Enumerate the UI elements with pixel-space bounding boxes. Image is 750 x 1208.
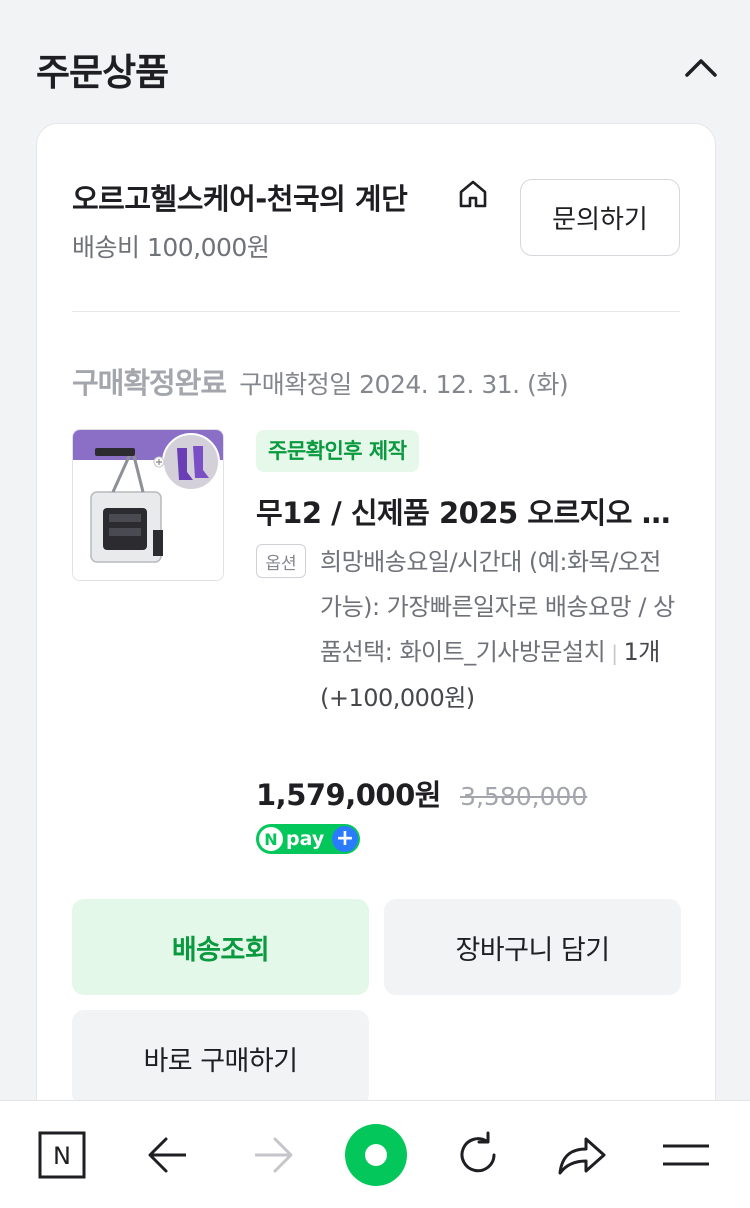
back-button[interactable] — [134, 1121, 202, 1189]
refresh-icon — [460, 1131, 496, 1173]
store-name[interactable]: 오르고헬스케어-천국의 계단 — [72, 176, 432, 218]
browser-bottom-bar: N — [0, 1100, 750, 1208]
refresh-button[interactable] — [444, 1121, 512, 1189]
share-button[interactable] — [548, 1121, 616, 1189]
naver-home-icon: N — [38, 1131, 86, 1179]
option-tag: 옵션 — [256, 544, 306, 578]
shipping-fee: 배송비 100,000원 — [72, 233, 270, 262]
product-thumbnail[interactable] — [72, 429, 224, 581]
add-to-cart-button[interactable]: 장바구니 담기 — [384, 899, 681, 995]
price-row: 1,579,000원 3,580,000 — [256, 772, 587, 814]
share-icon — [558, 1137, 606, 1175]
confirm-date: 구매확정일 2024. 12. 31. (화) — [239, 370, 569, 399]
product-image — [73, 430, 223, 580]
option-separator: | — [611, 641, 618, 665]
divider — [72, 311, 680, 312]
sale-price: 1,579,000원 — [256, 778, 441, 812]
green-dot-icon — [345, 1124, 407, 1186]
store-home-button[interactable] — [455, 176, 491, 212]
original-price: 3,580,000 — [460, 782, 588, 811]
menu-button[interactable] — [652, 1121, 720, 1189]
product-name[interactable]: 무12 / 신제품 2025 오르지오 천국의 계단 — [256, 490, 676, 532]
forward-button[interactable] — [239, 1121, 307, 1189]
npay-badge: N pay + — [256, 824, 360, 854]
home-icon — [459, 180, 487, 208]
section-title: 주문상품 — [36, 51, 169, 94]
plus-icon: + — [332, 826, 358, 852]
option-detail: 희망배송요일/시간대 (예:화목/오전가능): 가장빠른일자로 배송요망 / 상… — [320, 548, 675, 666]
track-delivery-button[interactable]: 배송조회 — [72, 899, 369, 995]
green-dot-button[interactable] — [342, 1121, 410, 1189]
svg-text:N: N — [53, 1142, 71, 1170]
chevron-up-icon — [685, 59, 717, 77]
order-products-header: 주문상품 — [0, 0, 750, 125]
npay-label: pay — [286, 828, 325, 850]
menu-icon — [663, 1144, 709, 1166]
back-arrow-icon — [148, 1137, 186, 1173]
inquiry-button[interactable]: 문의하기 — [520, 179, 680, 256]
collapse-button[interactable] — [676, 46, 726, 90]
buy-now-button[interactable]: 바로 구매하기 — [72, 1010, 369, 1106]
order-status-row: 구매확정완료 구매확정일 2024. 12. 31. (화) — [72, 360, 569, 402]
order-card: 오르고헬스케어-천국의 계단 배송비 100,000원 문의하기 구매확정완료 … — [36, 123, 716, 1143]
order-status: 구매확정완료 — [72, 366, 227, 400]
naver-home-button[interactable]: N — [28, 1121, 96, 1189]
forward-arrow-icon — [255, 1137, 293, 1173]
made-to-order-badge: 주문확인후 제작 — [256, 430, 419, 472]
option-text: 희망배송요일/시간대 (예:화목/오전가능): 가장빠른일자로 배송요망 / 상… — [320, 540, 680, 721]
npay-n-icon: N — [259, 827, 283, 851]
